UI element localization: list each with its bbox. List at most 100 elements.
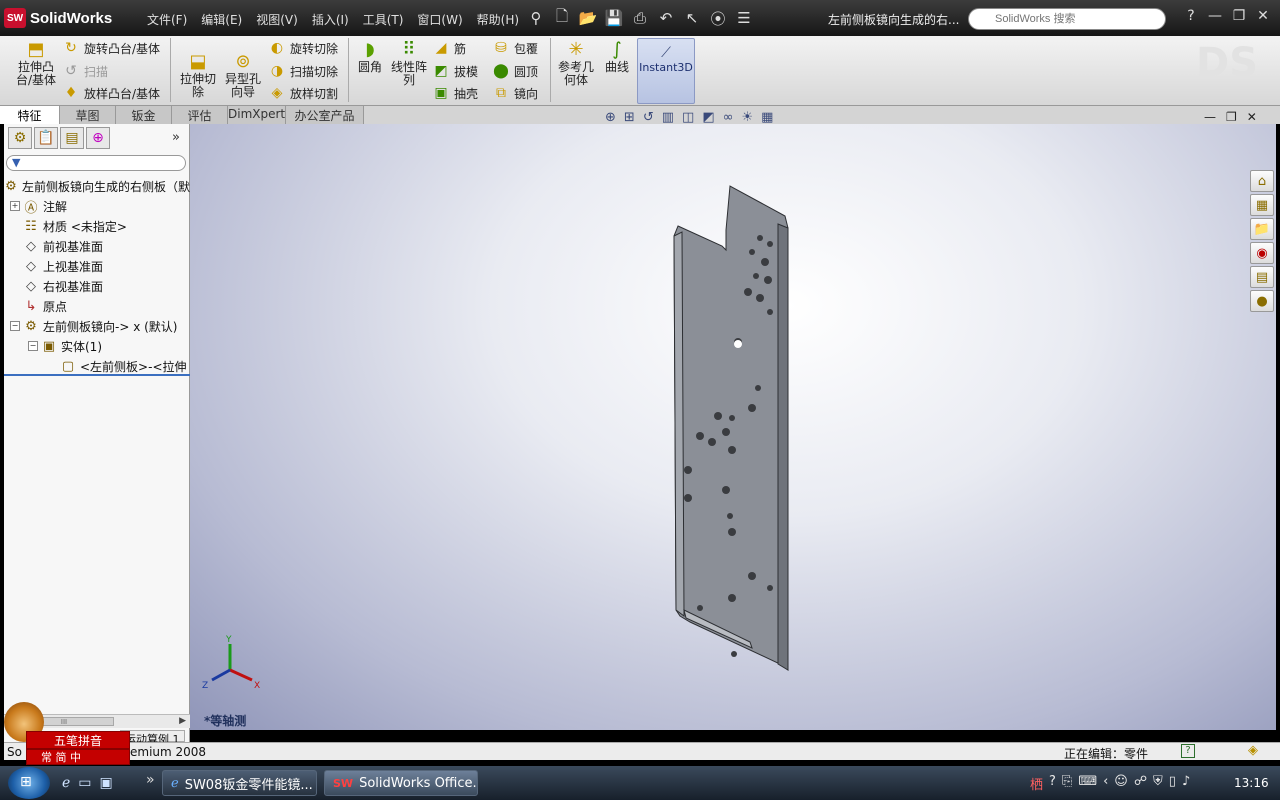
ime-mode[interactable]: 常 简 中: [26, 749, 130, 765]
ime-tray-icon[interactable]: 栖: [1030, 774, 1043, 793]
select-arrow-icon[interactable]: ↖: [682, 8, 702, 28]
view-orientation-icon[interactable]: ◫: [682, 110, 694, 125]
mirror-button[interactable]: ⧉ 镜向: [492, 83, 538, 103]
new-document-icon[interactable]: 🗋: [552, 7, 572, 28]
file-explorer-icon[interactable]: 📁: [1250, 218, 1274, 240]
expand-icon[interactable]: +: [10, 201, 20, 211]
ime-name[interactable]: 五笔拼音: [26, 731, 130, 749]
help-icon[interactable]: ?: [1182, 8, 1200, 24]
revolve-boss-button[interactable]: ↻ 旋转凸台/基体: [62, 38, 160, 58]
taskbar-item-ie[interactable]: ℯ SW08钣金零件能镜...: [162, 770, 317, 796]
view-palette-icon[interactable]: ▤: [1250, 266, 1274, 288]
reference-geometry-button[interactable]: ✳ 参考几何体: [556, 38, 596, 87]
extrude-cut-button[interactable]: ⬓ 拉伸切除: [176, 50, 220, 99]
hole-wizard-button[interactable]: ⊚ 异型孔向导: [222, 50, 264, 99]
minimize-icon[interactable]: —: [1206, 8, 1224, 24]
display-tray-icon[interactable]: ▯: [1169, 774, 1176, 793]
save-icon[interactable]: 💾: [604, 8, 624, 28]
instant3d-button[interactable]: ⟋ Instant3D: [637, 38, 695, 104]
print-icon[interactable]: ⎙: [630, 8, 650, 28]
tree-item-top-plane[interactable]: ◇ 上视基准面: [4, 256, 190, 276]
ie-icon[interactable]: ℯ: [62, 775, 70, 791]
volume-tray-icon[interactable]: ♪: [1182, 774, 1190, 793]
loft-cut-button[interactable]: ◈ 放样切割: [268, 83, 338, 103]
loft-boss-button[interactable]: ♦ 放样凸台/基体: [62, 83, 160, 103]
sweep-button[interactable]: ↺ 扫描: [62, 61, 108, 81]
collapse-icon[interactable]: −: [28, 341, 38, 351]
app-logo[interactable]: SW SolidWorks: [4, 7, 112, 29]
tab-sheet-metal[interactable]: 钣金: [116, 106, 172, 124]
search-results-icon[interactable]: ◉: [1250, 242, 1274, 264]
zoom-to-area-icon[interactable]: ⊞: [624, 110, 635, 125]
tree-item-material[interactable]: ☷ 材质 <未指定>: [4, 216, 190, 236]
dimxpert-manager-icon[interactable]: ⊕: [86, 127, 110, 149]
appearance-icon[interactable]: ☀: [741, 110, 753, 125]
extrude-boss-button[interactable]: ⬒ 拉伸凸台/基体: [12, 38, 60, 87]
switch-windows-icon[interactable]: ▣: [100, 775, 113, 791]
shell-button[interactable]: ▣ 抽壳: [432, 83, 478, 103]
pen-tray-icon[interactable]: ⎘: [1062, 774, 1072, 793]
display-style-icon[interactable]: ◩: [702, 110, 714, 125]
keyboard-tray-icon[interactable]: ⌨: [1078, 774, 1097, 793]
hide-show-items-icon[interactable]: ∞: [723, 110, 734, 125]
appearances-icon[interactable]: ●: [1250, 290, 1274, 312]
tags-icon[interactable]: ◈: [1248, 743, 1258, 758]
wrap-button[interactable]: ⛁ 包覆: [492, 38, 538, 58]
viewport-restore-icon[interactable]: ❐: [1226, 110, 1237, 124]
sweep-cut-button[interactable]: ◑ 扫描切除: [268, 61, 338, 81]
tray-expand-icon[interactable]: ‹: [1103, 774, 1108, 793]
ime-bar[interactable]: 五笔拼音 常 简 中: [22, 731, 130, 767]
section-view-icon[interactable]: ▥: [662, 110, 674, 125]
menu-file[interactable]: 文件(F): [140, 8, 194, 31]
viewport-close-icon[interactable]: ✕: [1247, 110, 1257, 124]
apply-scene-icon[interactable]: ▦: [761, 110, 773, 125]
feature-manager-icon[interactable]: ⚙: [8, 127, 32, 149]
previous-view-icon[interactable]: ↺: [643, 110, 654, 125]
restore-icon[interactable]: ❐: [1230, 8, 1248, 24]
tab-dimxpert[interactable]: DimXpert: [228, 106, 286, 124]
start-button[interactable]: ⊞: [8, 767, 50, 799]
sheet-metal-part[interactable]: [660, 180, 810, 680]
quick-launch-overflow-icon[interactable]: »: [146, 772, 155, 788]
viewport-minimize-icon[interactable]: —: [1204, 110, 1216, 124]
taskbar-item-solidworks[interactable]: SW SolidWorks Office...: [324, 770, 478, 796]
open-folder-icon[interactable]: 📂: [578, 8, 598, 28]
expand-panel-icon[interactable]: »: [172, 130, 180, 145]
search-input[interactable]: [968, 8, 1166, 30]
clock[interactable]: 13:16: [1234, 776, 1269, 790]
tree-item-right-plane[interactable]: ◇ 右视基准面: [4, 276, 190, 296]
close-icon[interactable]: ✕: [1254, 8, 1272, 24]
menu-insert[interactable]: 插入(I): [305, 8, 356, 31]
linear-pattern-button[interactable]: ⠿ 线性阵列: [390, 38, 428, 87]
tree-item-body[interactable]: ▢ <左前侧板>-<拉伸: [4, 356, 190, 376]
menu-window[interactable]: 窗口(W): [410, 8, 469, 31]
collapse-icon[interactable]: −: [10, 321, 20, 331]
tree-item-front-plane[interactable]: ◇ 前视基准面: [4, 236, 190, 256]
tree-item-solid-bodies[interactable]: − ▣ 实体(1): [4, 336, 190, 356]
tab-features[interactable]: 特征: [0, 106, 60, 124]
menu-view[interactable]: 视图(V): [249, 8, 305, 31]
draft-button[interactable]: ◩ 拔模: [432, 61, 478, 81]
menu-tools[interactable]: 工具(T): [356, 8, 411, 31]
show-desktop-icon[interactable]: ▭: [78, 775, 91, 791]
help-tray-icon[interactable]: ?: [1049, 774, 1056, 793]
design-library-icon[interactable]: ▦: [1250, 194, 1274, 216]
revolve-cut-button[interactable]: ◐ 旋转切除: [268, 38, 338, 58]
tab-office-products[interactable]: 办公室产品: [286, 106, 364, 124]
qq-tray-icon[interactable]: ☺: [1114, 774, 1128, 793]
fillet-button[interactable]: ◗ 圆角: [354, 38, 386, 74]
shield-tray-icon[interactable]: ⛨: [1153, 774, 1163, 793]
rebuild-traffic-light-icon[interactable]: ⦿: [708, 8, 728, 28]
property-manager-icon[interactable]: 📋: [34, 127, 58, 149]
tree-item-annotations[interactable]: + Ⓐ 注解: [4, 196, 190, 216]
menu-edit[interactable]: 编辑(E): [194, 8, 249, 31]
dome-button[interactable]: ⬤ 圆顶: [492, 61, 538, 81]
pin-icon[interactable]: ⚲: [526, 8, 546, 28]
curves-button[interactable]: ∫ 曲线: [600, 38, 634, 74]
resources-icon[interactable]: ⌂: [1250, 170, 1274, 192]
quick-tips-icon[interactable]: ?: [1181, 744, 1195, 758]
tab-sketch[interactable]: 草图: [60, 106, 116, 124]
options-icon[interactable]: ☰: [734, 8, 754, 28]
configuration-manager-icon[interactable]: ▤: [60, 127, 84, 149]
rib-button[interactable]: ◢ 筋: [432, 38, 466, 58]
